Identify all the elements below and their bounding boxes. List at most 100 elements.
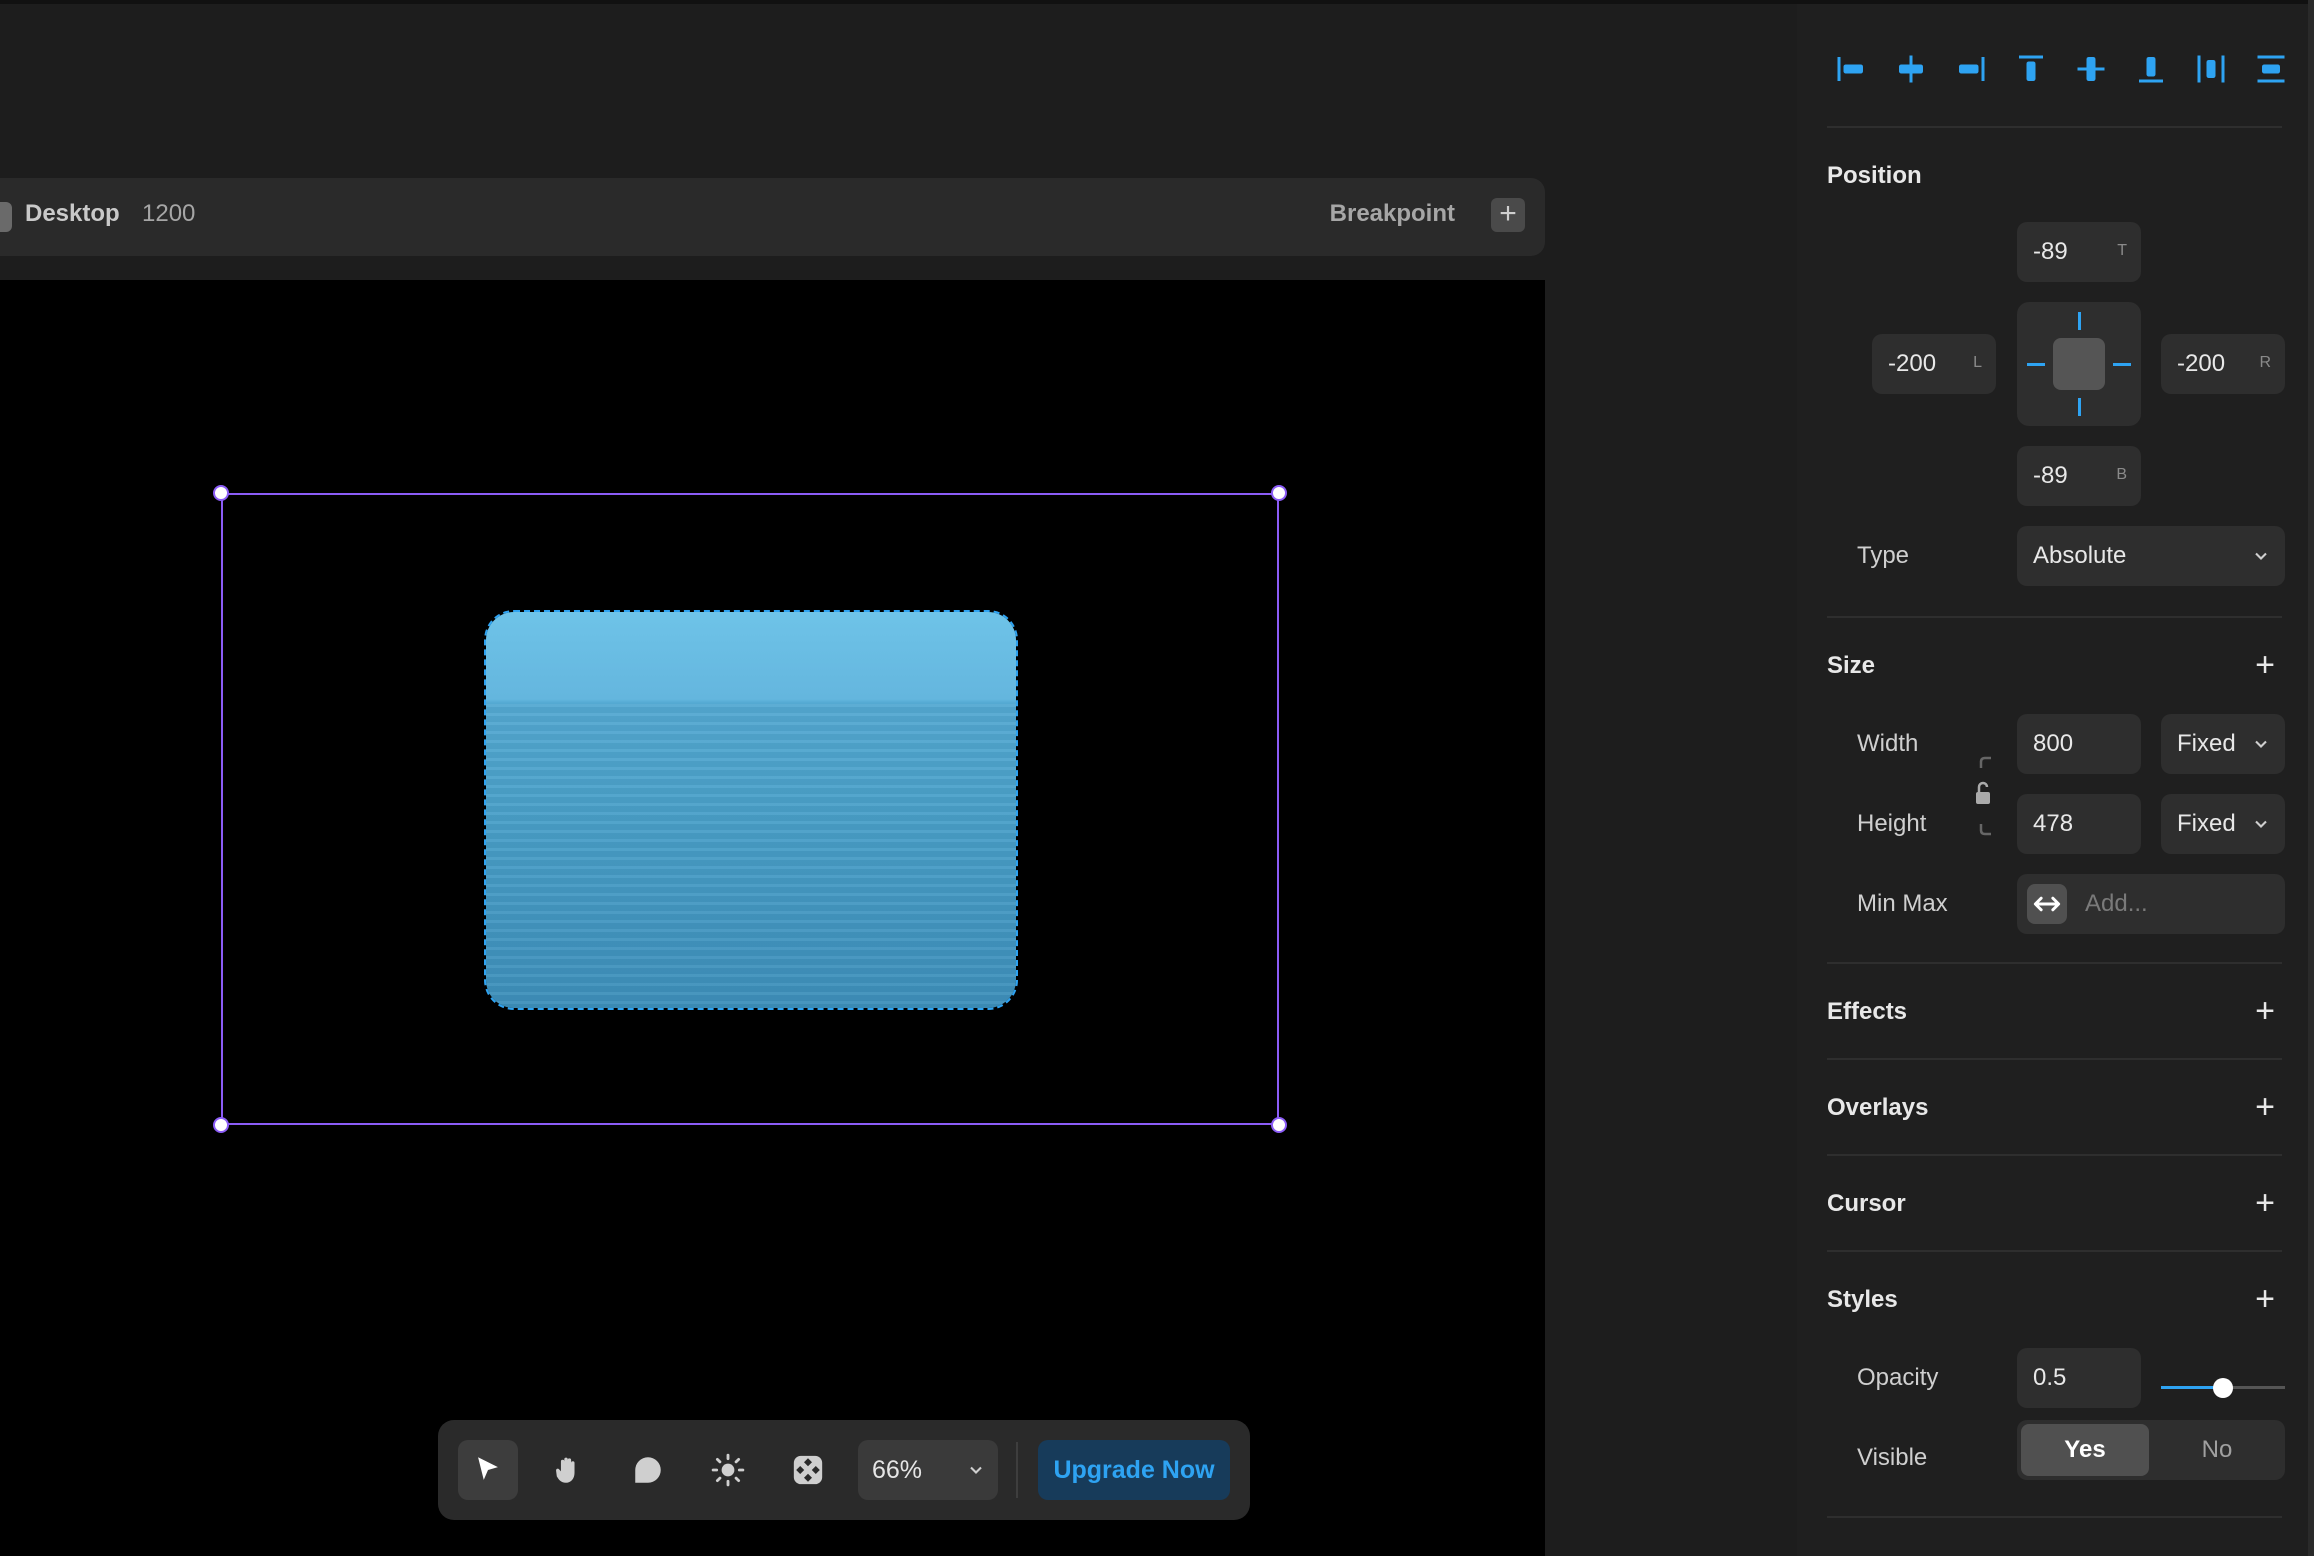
align-top-button[interactable] [2007, 44, 2055, 94]
pin-bottom-indicator[interactable] [2078, 398, 2081, 416]
align-center-horizontal-button[interactable] [1887, 44, 1935, 94]
comment-bubble-icon [635, 1457, 661, 1483]
position-left-field[interactable]: -200 L [1872, 334, 1996, 394]
divider [1827, 1058, 2282, 1060]
add-size-button[interactable]: + [2249, 648, 2281, 682]
breakpoint-device-label[interactable]: Desktop [25, 200, 120, 228]
align-left-button[interactable] [1827, 44, 1875, 94]
add-effect-button[interactable]: + [2249, 994, 2281, 1028]
minmax-label: Min Max [1857, 890, 1948, 917]
align-center-vertical-button[interactable] [2067, 44, 2115, 94]
opacity-field[interactable]: 0.5 [2017, 1348, 2141, 1408]
height-label: Height [1857, 810, 1927, 837]
distribute-horizontal-button[interactable] [2187, 44, 2235, 94]
position-top-field[interactable]: -89 T [2017, 222, 2141, 282]
position-bottom-field[interactable]: -89 B [2017, 446, 2141, 506]
minmax-toggle-button[interactable] [2027, 884, 2067, 924]
align-top-icon [2019, 55, 2043, 81]
distribute-vertical-button[interactable] [2247, 44, 2295, 94]
hand-tool-button[interactable] [538, 1440, 598, 1500]
divider [1827, 1516, 2282, 1518]
breakpoint-bar: Desktop 1200 Breakpoint + [0, 178, 1545, 256]
opacity-label: Opacity [1857, 1364, 1939, 1391]
select-tool-button[interactable] [458, 1440, 518, 1500]
window-right-edge [2308, 0, 2314, 1556]
position-left-value: -200 [1888, 350, 1937, 377]
distribute-v-icon [2257, 55, 2285, 83]
minmax-field[interactable]: Add... [2017, 874, 2285, 934]
width-label: Width [1857, 730, 1919, 757]
size-section-title: Size [1827, 652, 1876, 679]
plus-icon: + [2255, 1088, 2275, 1126]
add-breakpoint-button[interactable]: + [1491, 198, 1525, 232]
ocean-waves [486, 704, 1016, 1008]
visible-yes-button[interactable]: Yes [2021, 1424, 2149, 1476]
position-left-suffix: L [1973, 354, 1982, 371]
plus-icon: + [2255, 1280, 2275, 1318]
add-style-button[interactable]: + [2249, 1282, 2281, 1316]
opacity-value: 0.5 [2033, 1364, 2067, 1391]
align-right-button[interactable] [1947, 44, 1995, 94]
position-bottom-value: -89 [2033, 462, 2068, 489]
effects-section-title: Effects [1827, 998, 1908, 1025]
zoom-dropdown[interactable]: 66% [858, 1440, 998, 1500]
align-bottom-icon [2139, 57, 2163, 83]
position-section-title: Position [1827, 162, 1922, 189]
upgrade-now-button[interactable]: Upgrade Now [1038, 1440, 1230, 1500]
aspect-lock-icon[interactable] [1973, 754, 1997, 838]
pin-left-indicator[interactable] [2027, 363, 2045, 366]
pin-top-indicator[interactable] [2078, 312, 2081, 330]
resize-handle-top-right[interactable] [1271, 485, 1287, 501]
zoom-value: 66% [872, 1456, 923, 1484]
resize-handle-top-left[interactable] [213, 485, 229, 501]
add-cursor-button[interactable]: + [2249, 1186, 2281, 1220]
alignment-toolbar [1827, 44, 2297, 94]
plus-icon: + [2255, 992, 2275, 1030]
visible-label: Visible [1857, 1444, 1928, 1471]
theme-tool-button[interactable] [698, 1440, 758, 1500]
ocean-image[interactable] [484, 610, 1018, 1010]
plus-icon: + [2255, 646, 2275, 684]
position-pin-widget[interactable] [2017, 302, 2141, 426]
resize-handle-bottom-left[interactable] [213, 1117, 229, 1133]
divider [1827, 126, 2282, 128]
breakpoint-device-width: 1200 [142, 200, 196, 227]
resize-handle-bottom-right[interactable] [1271, 1117, 1287, 1133]
width-value: 800 [2033, 730, 2074, 757]
bottom-toolbar: 66% Upgrade Now [438, 1420, 1250, 1520]
components-tool-button[interactable] [778, 1440, 838, 1500]
breakpoint-label[interactable]: Breakpoint [1330, 200, 1455, 228]
align-bottom-button[interactable] [2127, 44, 2175, 94]
arrow-cursor-icon [478, 1457, 498, 1480]
position-type-value: Absolute [2033, 542, 2127, 569]
visible-no-button[interactable]: No [2153, 1424, 2281, 1476]
width-mode-value: Fixed [2177, 730, 2236, 757]
position-right-field[interactable]: -200 R [2161, 334, 2285, 394]
opacity-slider[interactable] [2161, 1376, 2285, 1400]
breakpoint-handle[interactable] [0, 202, 12, 232]
comment-tool-button[interactable] [618, 1440, 678, 1500]
divider [1827, 1154, 2282, 1156]
plus-icon: + [1499, 197, 1517, 230]
height-field[interactable]: 478 [2017, 794, 2141, 854]
width-mode-select[interactable]: Fixed [2161, 714, 2285, 774]
pin-right-indicator[interactable] [2113, 363, 2131, 366]
overlays-section-title: Overlays [1827, 1094, 1929, 1121]
add-overlay-button[interactable]: + [2249, 1090, 2281, 1124]
cursor-section-title: Cursor [1827, 1190, 1906, 1217]
height-value: 478 [2033, 810, 2074, 837]
opacity-slider-knob[interactable] [2213, 1378, 2233, 1398]
position-type-select[interactable]: Absolute [2017, 526, 2285, 586]
canvas-area[interactable]: Desktop 1200 Breakpoint + 66% Upgrade No… [0, 4, 1797, 1556]
visible-toggle: Yes No [2017, 1420, 2285, 1480]
height-mode-select[interactable]: Fixed [2161, 794, 2285, 854]
width-field[interactable]: 800 [2017, 714, 2141, 774]
position-right-suffix: R [2259, 354, 2271, 371]
minmax-placeholder: Add... [2085, 890, 2148, 917]
position-bottom-suffix: B [2116, 466, 2127, 483]
chevron-down-icon [2255, 552, 2267, 560]
position-top-suffix: T [2117, 242, 2127, 259]
align-center-v-icon [2077, 57, 2105, 81]
distribute-h-icon [2197, 55, 2225, 83]
hand-icon [556, 1457, 575, 1483]
